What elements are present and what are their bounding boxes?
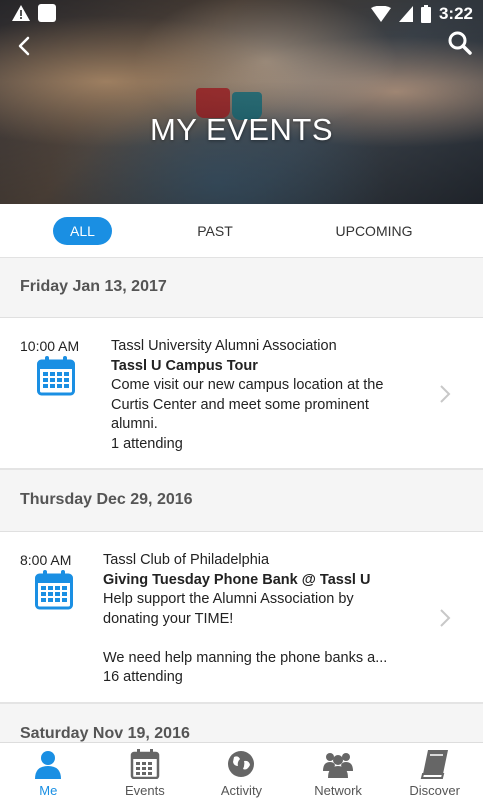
tab-past[interactable]: PAST xyxy=(180,217,250,245)
nav-discover[interactable]: Discover xyxy=(386,743,483,800)
calendar-icon xyxy=(37,356,75,396)
signal-icon xyxy=(398,6,413,22)
event-description-line xyxy=(103,629,387,649)
event-description-line: alumni. xyxy=(111,416,158,432)
nav-network[interactable]: Network xyxy=(290,743,387,800)
tab-upcoming[interactable]: UPCOMING xyxy=(320,217,428,245)
event-organizer: Tassl Club of Philadelphia xyxy=(103,552,270,568)
calendar-icon xyxy=(35,570,73,610)
date-header: Thursday Dec 29, 2016 xyxy=(0,470,483,532)
event-attending: 1 attending xyxy=(111,435,183,452)
battery-icon xyxy=(420,5,431,23)
header-hero-image xyxy=(0,0,483,204)
chevron-right-icon xyxy=(439,446,451,466)
chevron-right-icon xyxy=(440,385,451,403)
nav-label: Activity xyxy=(220,783,263,798)
filter-tabs: ALL PAST UPCOMING xyxy=(0,204,483,258)
event-time: 8:00 AM xyxy=(20,552,72,568)
search-button[interactable] xyxy=(447,30,473,56)
globe-icon xyxy=(228,751,255,777)
nav-label: Network xyxy=(314,783,362,798)
chevron-right-icon xyxy=(440,609,451,627)
event-details: Tassl Club of Philadelphia Giving Tuesda… xyxy=(103,551,387,688)
event-card-phone-bank[interactable]: 8:00 AM Tassl Club of Philadelphia Givin… xyxy=(0,532,483,704)
event-description-line: Curtis Center and meet some prominent xyxy=(111,396,369,413)
event-time: 10:00 AM xyxy=(20,338,80,354)
notification-icon xyxy=(38,4,56,22)
page-title: MY EVENTS xyxy=(149,112,334,147)
date-header: Saturday Nov 19, 2016 xyxy=(0,704,483,742)
nav-activity[interactable]: Activity xyxy=(193,743,290,800)
nav-label: Discover xyxy=(409,783,460,798)
group-icon xyxy=(323,753,354,778)
wifi-icon xyxy=(370,6,391,22)
event-description-line: Come visit our new campus location at th… xyxy=(111,377,384,393)
bottom-navigation: Me Events Activity Network Discover xyxy=(0,742,483,800)
tab-all[interactable]: ALL xyxy=(53,217,112,245)
person-icon xyxy=(35,751,62,779)
nav-events[interactable]: Events xyxy=(97,743,194,800)
event-description-line: donating your TIME! xyxy=(103,610,234,627)
status-time: 3:22 xyxy=(438,4,473,23)
back-button[interactable] xyxy=(14,34,36,58)
search-icon xyxy=(448,31,472,55)
calendar-icon xyxy=(130,749,160,779)
date-header: Friday Jan 13, 2017 xyxy=(0,258,483,318)
event-title: Giving Tuesday Phone Bank @ Tassl U xyxy=(103,571,371,588)
hero-overlay xyxy=(0,0,483,204)
event-organizer: Tassl University Alumni Association xyxy=(111,338,337,354)
warning-icon xyxy=(12,5,30,21)
nav-me[interactable]: Me xyxy=(0,743,97,800)
event-attending: 16 attending xyxy=(103,669,183,685)
event-title: Tassl U Campus Tour xyxy=(111,357,258,374)
nav-label: Me xyxy=(39,783,58,798)
event-description-line: Help support the Alumni Association by xyxy=(103,591,354,607)
event-details: Tassl University Alumni Association Tass… xyxy=(111,337,383,454)
event-list[interactable]: Friday Jan 13, 2017 10:00 AM Tassl Unive… xyxy=(0,258,483,742)
chevron-left-icon xyxy=(18,36,30,56)
event-card-campus-tour[interactable]: 10:00 AM Tassl University Alumni Associa… xyxy=(0,318,483,470)
event-description-line: We need help manning the phone banks a..… xyxy=(103,649,388,666)
book-icon xyxy=(420,750,448,779)
status-bar: 3:22 xyxy=(0,0,483,28)
nav-label: Events xyxy=(125,783,165,798)
